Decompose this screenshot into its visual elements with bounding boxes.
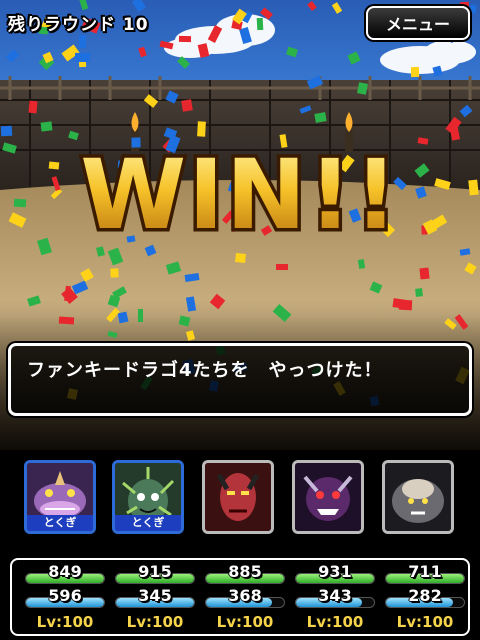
purple-demon-icon (295, 463, 361, 531)
red-demon-icon (205, 463, 271, 531)
party-member-portrait[interactable] (202, 460, 274, 534)
gray-beast-icon (385, 463, 451, 531)
remaining-rounds-label: 残りラウンド 10 (8, 15, 149, 35)
party-member-portrait[interactable]: とくぎ (112, 460, 184, 534)
tokugi-label: とくぎ (115, 515, 181, 531)
tokugi-label: とくぎ (27, 515, 93, 531)
hp-value: 931 (318, 562, 352, 581)
party-area: とくぎ とくぎ 849 596 Lv:100 915 345 Lv:100 885 368 Lv… (0, 450, 480, 640)
mp-value: 596 (48, 586, 82, 605)
party-status-panel: 849 596 Lv:100 915 345 Lv:100 885 368 Lv:100 931 3… (10, 558, 470, 636)
level-label: Lv:100 (396, 613, 454, 631)
mp-value: 282 (408, 586, 442, 605)
hp-value: 885 (228, 562, 262, 581)
hp-value: 915 (138, 562, 172, 581)
mp-value: 343 (318, 586, 352, 605)
menu-button[interactable]: メニュー (366, 6, 470, 40)
battle-scene: 残りラウンド 10 メニュー WIN!! ファンキードラゴ4たちを やっつけた！ (0, 0, 480, 450)
battle-message-text: ファンキードラゴ4たちを やっつけた！ (27, 360, 383, 381)
party-member-stats: 915 345 Lv:100 (115, 560, 195, 638)
party-member-portrait[interactable] (382, 460, 454, 534)
party-member-stats: 711 282 Lv:100 (385, 560, 465, 638)
mp-value: 368 (228, 586, 262, 605)
win-text: WIN!! (80, 139, 400, 248)
hp-value: 711 (408, 562, 442, 581)
level-label: Lv:100 (126, 613, 184, 631)
level-label: Lv:100 (306, 613, 364, 631)
party-member-portrait[interactable] (292, 460, 364, 534)
win-banner: WIN!! (77, 138, 402, 248)
party-member-stats: 931 343 Lv:100 (295, 560, 375, 638)
party-member-stats: 885 368 Lv:100 (205, 560, 285, 638)
hp-value: 849 (48, 562, 82, 581)
party-member-portrait[interactable]: とくぎ (24, 460, 96, 534)
battle-message-box[interactable]: ファンキードラゴ4たちを やっつけた！ (8, 343, 472, 416)
level-label: Lv:100 (216, 613, 274, 631)
party-member-stats: 849 596 Lv:100 (25, 560, 105, 638)
level-label: Lv:100 (36, 613, 94, 631)
mp-value: 345 (138, 586, 172, 605)
